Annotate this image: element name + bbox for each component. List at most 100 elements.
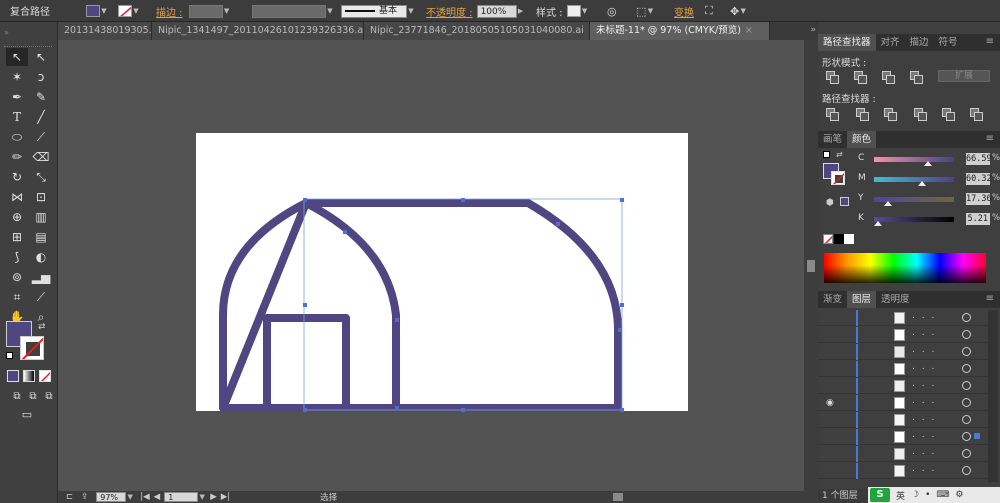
blend-tool-icon[interactable]: ◐: [30, 248, 52, 266]
canvas-area[interactable]: [58, 40, 804, 491]
column-graph-tool-icon[interactable]: ▂▅: [30, 268, 52, 286]
rotate-tool-icon[interactable]: ↻: [6, 168, 28, 186]
exclude-icon[interactable]: [910, 71, 923, 84]
brush-style-field[interactable]: 基本: [341, 4, 407, 18]
chevron-down-icon[interactable]: ▼: [126, 491, 134, 503]
pen-tool-icon[interactable]: ✒: [6, 88, 28, 106]
screen-mode-icon[interactable]: ▭: [16, 406, 38, 424]
chevron-right-icon[interactable]: ▶: [517, 5, 525, 17]
width-tool-icon[interactable]: ⋈: [6, 188, 28, 206]
black-value[interactable]: 5.21: [966, 213, 990, 225]
eye-icon[interactable]: ◉: [826, 398, 834, 408]
opacity-control[interactable]: 不透明度 : 100% ▶: [426, 4, 525, 19]
curvature-tool-icon[interactable]: ✎: [30, 88, 52, 106]
target-icon[interactable]: [962, 432, 971, 441]
moon-icon[interactable]: ☽: [911, 490, 919, 500]
layer-name[interactable]: . . .: [912, 362, 936, 372]
layer-row[interactable]: . . .: [818, 378, 988, 394]
opacity-field[interactable]: 100%: [476, 4, 517, 18]
magenta-track[interactable]: [874, 177, 954, 182]
target-icon[interactable]: [962, 330, 971, 339]
chevron-down-icon[interactable]: ▼: [100, 5, 108, 17]
none-mode-icon[interactable]: [39, 370, 51, 382]
fill-swatch-control[interactable]: ▼: [86, 4, 108, 18]
color-mode-icon[interactable]: [7, 370, 19, 382]
close-icon[interactable]: ×: [745, 25, 753, 36]
stroke-none-swatch[interactable]: [118, 5, 132, 17]
layer-row[interactable]: . . .: [818, 463, 988, 479]
magenta-slider[interactable]: M 60.32%: [858, 173, 1000, 187]
brush-style-control[interactable]: 基本 ▼: [341, 4, 415, 18]
keyboard-icon[interactable]: ⌨: [936, 490, 949, 500]
chevron-down-icon[interactable]: ▼: [407, 5, 415, 17]
target-icon[interactable]: [962, 313, 971, 322]
cyan-value[interactable]: 66.59: [966, 153, 992, 165]
vertical-scrollbar[interactable]: [804, 40, 818, 491]
crop-icon[interactable]: [914, 108, 927, 121]
opacity-label[interactable]: 不透明度 :: [426, 4, 473, 19]
layer-row[interactable]: . . .: [818, 327, 988, 343]
gradient-mode-icon[interactable]: [23, 370, 35, 382]
panel-menu-icon[interactable]: ≡: [986, 293, 994, 304]
trim-icon[interactable]: [856, 108, 869, 121]
layer-row[interactable]: . . .: [818, 310, 988, 326]
tab-brushes[interactable]: 画笔: [818, 131, 847, 148]
panel-menu-icon[interactable]: ≡: [986, 133, 994, 144]
gradient-tool-icon[interactable]: ▤: [30, 228, 52, 246]
direct-selection-tool-icon[interactable]: ↖: [30, 48, 52, 66]
yellow-value[interactable]: 17.36: [966, 193, 992, 205]
more-tabs-icon[interactable]: »: [810, 25, 816, 35]
artwork[interactable]: [58, 40, 804, 491]
ellipse-tool-icon[interactable]: ⬭: [6, 128, 28, 146]
artboard-tool-icon[interactable]: ⌗: [6, 288, 28, 306]
swap-colors-icon[interactable]: ⇄: [38, 322, 46, 332]
selection-indicator[interactable]: [974, 433, 980, 439]
tab-document-3[interactable]: Nipic_23771846_20180505105031040080.ai×: [364, 22, 590, 40]
style-swatch[interactable]: [566, 5, 581, 17]
barn-outline-path[interactable]: [219, 199, 622, 412]
align-to-icon[interactable]: ⬚ ▼: [636, 4, 654, 18]
mesh-tool-icon[interactable]: ⊞: [6, 228, 28, 246]
draw-inside-icon[interactable]: ⧉: [38, 388, 60, 406]
layer-name[interactable]: . . .: [912, 396, 936, 406]
first-artboard-icon[interactable]: |◀: [140, 492, 149, 502]
slice-tool-icon[interactable]: ⟋: [30, 288, 52, 306]
tab-stroke[interactable]: 描边: [905, 34, 934, 51]
layer-row[interactable]: . . .: [818, 412, 988, 428]
free-transform-tool-icon[interactable]: ⊡: [30, 188, 52, 206]
black-slider[interactable]: K 5.21%: [858, 213, 1000, 227]
none-color-icon[interactable]: [823, 234, 833, 244]
layer-row[interactable]: . . .: [818, 429, 988, 445]
minus-back-icon[interactable]: [970, 108, 983, 121]
minus-front-icon[interactable]: [854, 71, 867, 84]
stroke-weight-control[interactable]: 描边 : ▼: [156, 4, 231, 19]
line-tool-icon[interactable]: ╱: [30, 108, 52, 126]
tab-align[interactable]: 对齐: [876, 34, 905, 51]
white-color-icon[interactable]: [844, 234, 854, 244]
layer-name[interactable]: . . .: [912, 447, 936, 457]
tab-document-1[interactable]: 20131438019305.ai×: [58, 22, 152, 40]
tab-color[interactable]: 颜色: [847, 131, 877, 148]
black-track[interactable]: [874, 217, 954, 222]
magic-wand-tool-icon[interactable]: ✶: [6, 68, 28, 86]
divide-icon[interactable]: [826, 108, 839, 121]
tab-document-2[interactable]: Nipic_1341497_20110426101239326336.ai×: [152, 22, 364, 40]
magenta-value[interactable]: 60.32: [966, 173, 992, 185]
black-knob[interactable]: [874, 221, 882, 226]
chevron-down-icon[interactable]: ▼: [326, 5, 334, 17]
fill-swatch[interactable]: [86, 5, 100, 17]
type-tool-icon[interactable]: T: [6, 108, 28, 126]
panel-menu-icon[interactable]: ≡: [986, 36, 994, 47]
variable-width-field[interactable]: [252, 4, 326, 18]
scale-tool-icon[interactable]: ⤡: [30, 168, 52, 186]
layer-row[interactable]: . . .: [818, 344, 988, 360]
default-colors-icon[interactable]: [6, 352, 13, 359]
zoom-field[interactable]: 97%: [96, 492, 127, 502]
recolor-artwork-icon[interactable]: ◎: [607, 4, 617, 18]
vertical-scroll-thumb[interactable]: [807, 260, 815, 272]
magenta-knob[interactable]: [918, 181, 926, 186]
eyedropper-tool-icon[interactable]: ⟆: [6, 248, 28, 266]
color-stroke-box[interactable]: [831, 171, 845, 185]
target-icon[interactable]: [962, 347, 971, 356]
target-icon[interactable]: [962, 466, 971, 475]
